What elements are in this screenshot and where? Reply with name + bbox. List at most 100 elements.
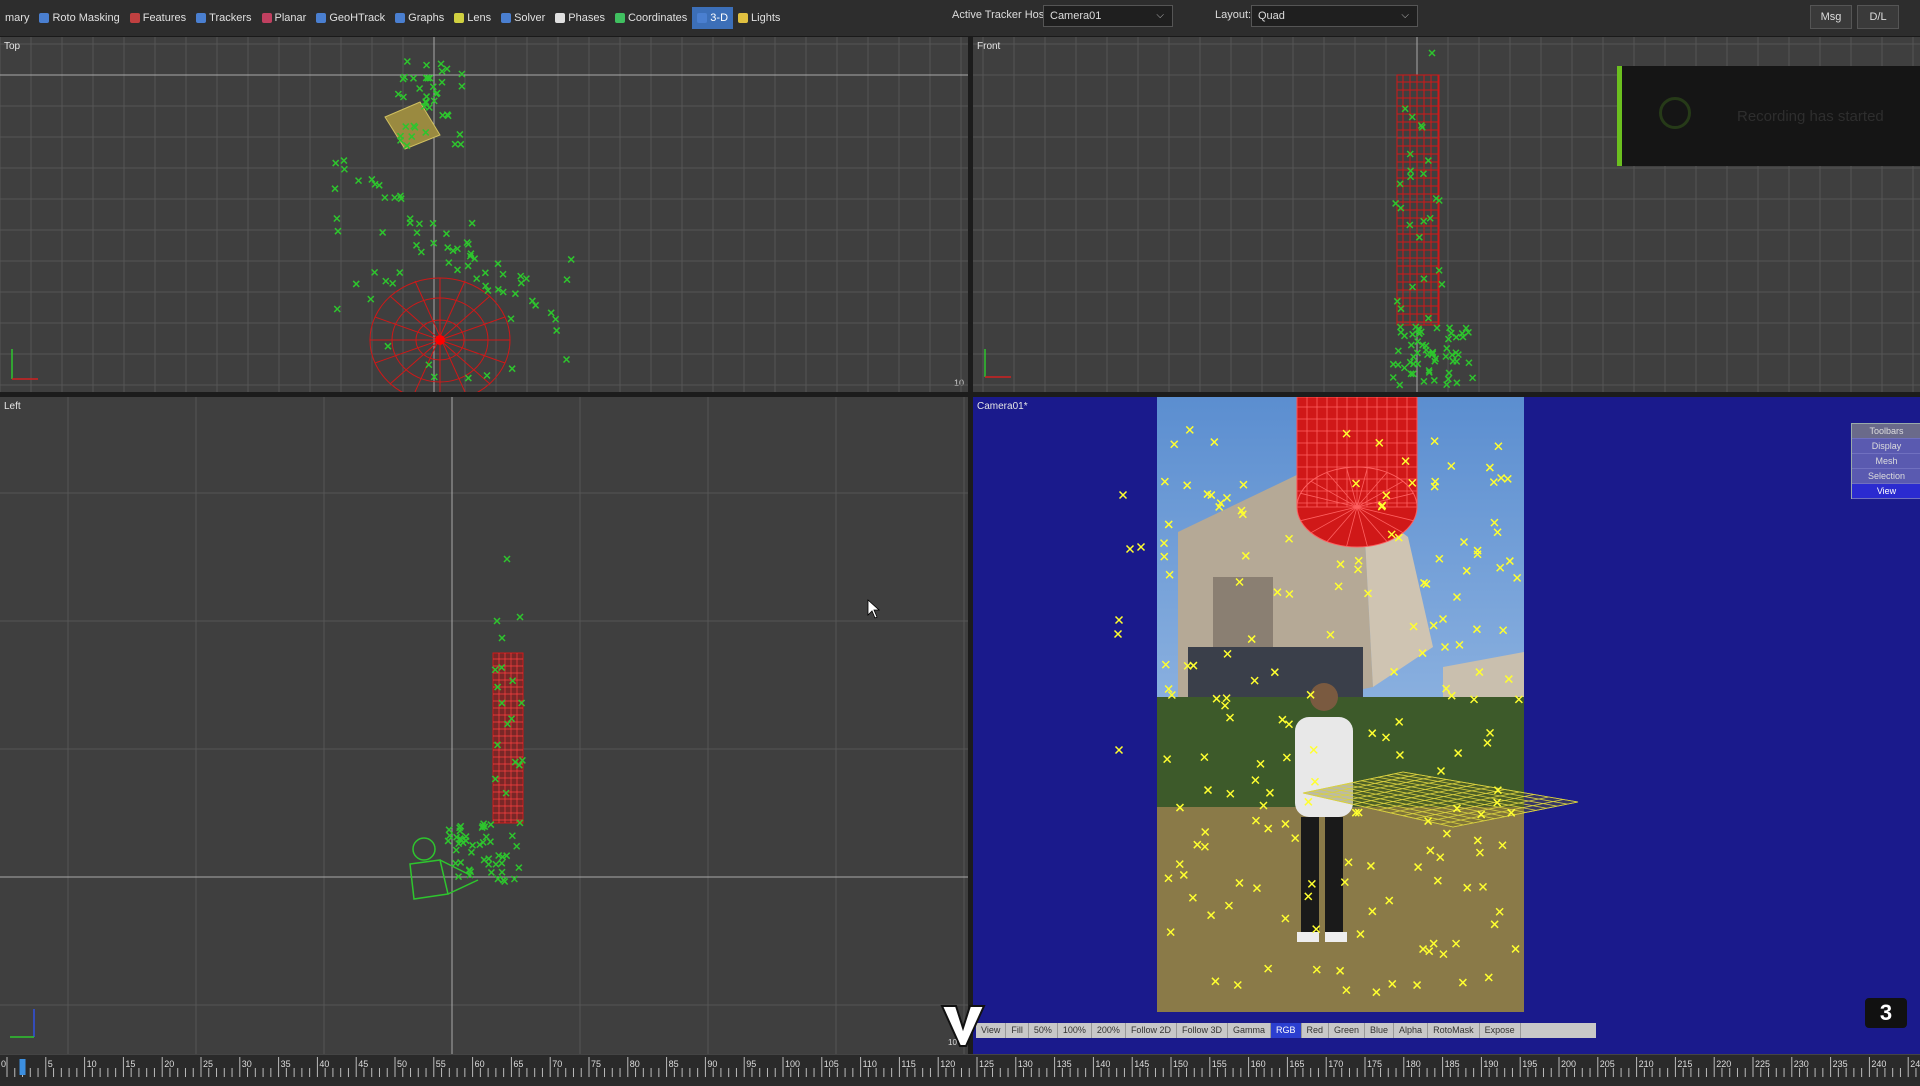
top-viewport[interactable]: Top 10 [0, 37, 968, 392]
timeline-tick-label: 235 [1833, 1059, 1848, 1069]
layout-value: Quad [1258, 10, 1285, 22]
timeline-tick-label: 110 [863, 1059, 877, 1069]
top-toolbar: mary Roto Masking Features Trackers Planar Ge… [0, 0, 1920, 37]
timeline-tick-label: 150 [1173, 1059, 1188, 1069]
viewbar-alpha[interactable]: Alpha [1394, 1023, 1429, 1038]
camera-viewport[interactable]: Camera01* [973, 397, 1920, 1054]
viewbar-fill[interactable]: Fill [1006, 1023, 1029, 1038]
tab-roto-masking[interactable]: Roto Masking [34, 7, 124, 29]
tab-planar[interactable]: Planar [257, 7, 312, 29]
viewbar-follow-2d[interactable]: Follow 2D [1126, 1023, 1177, 1038]
timeline-tick-label: 125 [979, 1059, 994, 1069]
timeline-tick-label: 35 [281, 1059, 291, 1069]
timeline-tick-label: 205 [1600, 1059, 1615, 1069]
tab-trackers[interactable]: Trackers [191, 7, 256, 29]
timeline-tick-label: 200 [1561, 1059, 1576, 1069]
v-logo-icon [940, 1005, 986, 1047]
left-viewport[interactable]: Left [0, 397, 968, 1054]
phases-icon [555, 13, 566, 23]
viewbar-expose[interactable]: Expose [1480, 1023, 1521, 1038]
recording-icon [1659, 97, 1691, 129]
timeline-tick-label: 145 [1134, 1059, 1149, 1069]
viewbar-50-[interactable]: 50% [1029, 1023, 1058, 1038]
timeline-tick-label: 20 [164, 1059, 174, 1069]
viewbar-rgb[interactable]: RGB [1270, 1023, 1302, 1038]
viewbar-rotomask[interactable]: RotoMask [1428, 1023, 1480, 1038]
timeline-tick-label: 25 [203, 1059, 213, 1069]
timeline-tick-label: 185 [1445, 1059, 1460, 1069]
recording-notification: Recording has started [1617, 66, 1920, 166]
viewbar-follow-3d[interactable]: Follow 3D [1177, 1023, 1228, 1038]
timeline-tick-label: 195 [1522, 1059, 1537, 1069]
timeline-tick-label: 245 [1910, 1059, 1920, 1069]
timeline-tick-label: 100 [785, 1059, 800, 1069]
camera-viewport-label: Camera01* [977, 401, 1028, 412]
tab-label: Phases [568, 12, 605, 24]
timeline-tick-label: 215 [1677, 1059, 1692, 1069]
timeline[interactable]: 0 5 10 15 20 25 30 35 40 45 50 55 60 65 70 75 80 85 90 95 10… [0, 1054, 1920, 1081]
tab-coordinates[interactable]: Coordinates [610, 7, 692, 29]
viewbar-gamma[interactable]: Gamma [1228, 1023, 1271, 1038]
timeline-tick-label: 180 [1406, 1059, 1421, 1069]
left-scene [0, 397, 968, 1054]
tab-graphs[interactable]: Graphs [390, 7, 449, 29]
tab-geohtrack[interactable]: GeoHTrack [311, 7, 390, 29]
viewbar-100-[interactable]: 100% [1058, 1023, 1092, 1038]
timeline-tick-label: 220 [1716, 1059, 1731, 1069]
toolbars-item-selection[interactable]: Selection [1852, 469, 1920, 484]
tab-label: Features [142, 12, 187, 24]
timeline-tick-label: 140 [1095, 1059, 1110, 1069]
timeline-tick-label: 40 [319, 1059, 329, 1069]
coordinates-icon [614, 13, 625, 23]
tab-label: mary [5, 12, 30, 24]
msg-button[interactable]: Msg [1810, 5, 1852, 29]
toolbars-menu-title: Toolbars [1852, 424, 1920, 439]
timeline-tick-label: 55 [436, 1059, 446, 1069]
timeline-ruler: 0 5 10 15 20 25 30 35 40 45 50 55 60 65 70 75 80 85 90 95 10… [1, 1057, 1920, 1077]
timeline-tick-label: 130 [1018, 1059, 1033, 1069]
top-scene [0, 37, 968, 392]
viewbar-blue[interactable]: Blue [1365, 1023, 1395, 1038]
logo-frame-label: 10 [948, 1038, 957, 1047]
viewbar-200-[interactable]: 200% [1092, 1023, 1126, 1038]
planar-icon [261, 13, 272, 23]
timeline-tick-label: 240 [1871, 1059, 1886, 1069]
tab-label: Solver [514, 12, 546, 24]
toolbars-item-display[interactable]: Display [1852, 439, 1920, 454]
viewbar-red[interactable]: Red [1302, 1023, 1330, 1038]
chevron-down-icon: ⌵ [1401, 10, 1409, 21]
timeline-tick-label: 5 [48, 1059, 53, 1069]
cylinder-camera-mesh [1296, 397, 1418, 548]
timeline-tick-label: 190 [1483, 1059, 1498, 1069]
tab-lens[interactable]: Lens [449, 7, 496, 29]
toolbars-item-view[interactable]: View [1852, 484, 1920, 499]
tracker-host-select[interactable]: Camera01 ⌵ [1043, 5, 1173, 27]
tab-features[interactable]: Features [125, 7, 191, 29]
dl-button[interactable]: D/L [1857, 5, 1899, 29]
tab-3-d[interactable]: 3-D [692, 7, 734, 29]
timeline-tick-label: 90 [707, 1059, 717, 1069]
timeline-tick-label: 30 [242, 1059, 252, 1069]
timeline-tick-label: 160 [1251, 1059, 1266, 1069]
layout-label: Layout: [1215, 9, 1252, 21]
timeline-tick-label: 170 [1328, 1059, 1343, 1069]
timeline-playhead [19, 1059, 26, 1075]
timeline-tick-label: 175 [1367, 1059, 1382, 1069]
mouse-cursor-icon [867, 599, 881, 619]
timeline-tick-label: 225 [1755, 1059, 1770, 1069]
tab-label: Coordinates [627, 12, 688, 24]
tab-phases[interactable]: Phases [550, 7, 610, 29]
viewbar-green[interactable]: Green [1329, 1023, 1366, 1038]
timeline-tick-label: 45 [358, 1059, 368, 1069]
toolbars-item-mesh[interactable]: Mesh [1852, 454, 1920, 469]
timeline-tick-label: 105 [824, 1059, 839, 1069]
tab-label: GeoHTrack [329, 12, 386, 24]
tab-label: Trackers [209, 12, 252, 24]
tab-solver[interactable]: Solver [496, 7, 550, 29]
timeline-tick-label: 165 [1289, 1059, 1304, 1069]
tab-lights[interactable]: Lights [733, 7, 785, 29]
tab-mary[interactable]: mary [0, 7, 34, 29]
layout-select[interactable]: Quad ⌵ [1251, 5, 1418, 27]
timeline-tick-label: 155 [1212, 1059, 1227, 1069]
front-viewport-label: Front [977, 41, 1001, 52]
